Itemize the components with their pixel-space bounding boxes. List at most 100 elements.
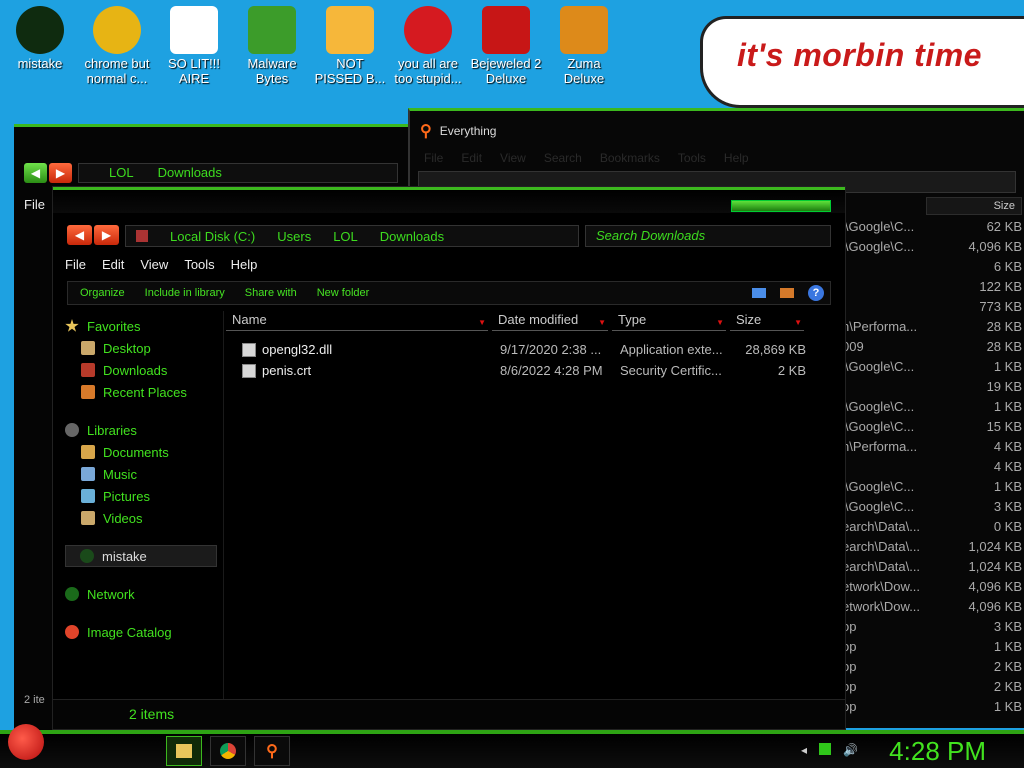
column-name[interactable]: Name — [226, 311, 488, 332]
breadcrumb-users[interactable]: Users — [277, 229, 311, 244]
start-button[interactable] — [8, 724, 44, 760]
taskbar-explorer-button[interactable] — [166, 736, 202, 766]
everything-menu-item[interactable]: View — [500, 151, 526, 167]
volume-icon[interactable]: 🔊 — [843, 743, 858, 757]
clock[interactable]: 4:28 PM — [889, 734, 986, 768]
menu-edit[interactable]: Edit — [102, 257, 124, 272]
desktop-shortcut[interactable]: Malware Bytes — [234, 6, 310, 86]
result-path — [842, 297, 932, 317]
nav-image-catalog[interactable]: Image Catalog — [65, 621, 217, 643]
organize-button[interactable]: Organize — [80, 287, 125, 299]
menu-help[interactable]: Help — [231, 257, 258, 272]
preview-pane-icon[interactable] — [780, 288, 794, 298]
forward-arrow-icon[interactable]: ▶ — [94, 225, 119, 245]
desktop-shortcut[interactable]: Bejeweled 2 Deluxe — [468, 6, 544, 86]
everything-result-row[interactable]: 19 KB — [842, 377, 1024, 397]
include-in-library-button[interactable]: Include in library — [145, 287, 225, 299]
column-size[interactable]: Size — [730, 311, 804, 332]
back-arrow-icon[interactable]: ◀ — [24, 163, 47, 183]
desktop-shortcut[interactable]: SO LIT!!! AIRE — [156, 6, 232, 86]
nav-pictures[interactable]: Pictures — [65, 485, 217, 507]
nav-downloads[interactable]: Downloads — [65, 359, 217, 381]
everything-result-row[interactable]: n\Performa... 28 KB — [842, 317, 1024, 337]
result-size: 4,096 KB — [968, 579, 1023, 594]
network-status-icon[interactable] — [819, 743, 832, 755]
window-controls[interactable] — [731, 200, 831, 212]
everything-result-row[interactable]: 122 KB — [842, 277, 1024, 297]
nav-libraries[interactable]: Libraries — [65, 419, 217, 441]
view-options-icon[interactable] — [752, 288, 766, 298]
explorer-window[interactable]: ◀ ▶ Local Disk (C:) Users LOL Downloads S… — [52, 186, 846, 730]
column-date-modified[interactable]: Date modified — [492, 311, 608, 332]
everything-result-row[interactable]: op 1 KB — [842, 637, 1024, 657]
everything-result-row[interactable]: l\Google\C... 1 KB — [842, 477, 1024, 497]
back-breadcrumb-downloads[interactable]: Downloads — [158, 164, 222, 182]
menu-tools[interactable]: Tools — [184, 257, 214, 272]
everything-result-row[interactable]: l\Google\C... 4,096 KB — [842, 237, 1024, 257]
everything-result-row[interactable]: l\Google\C... 15 KB — [842, 417, 1024, 437]
desktop-shortcut[interactable]: mistake — [2, 6, 78, 71]
file-row[interactable]: penis.crt 8/6/2022 4:28 PM Security Cert… — [224, 360, 831, 381]
nav-videos[interactable]: Videos — [65, 507, 217, 529]
everything-menu-item[interactable]: Search — [544, 151, 582, 167]
everything-result-row[interactable]: earch\Data\... 0 KB — [842, 517, 1024, 537]
desktop-shortcut[interactable]: chrome but normal c... — [79, 6, 155, 86]
everything-result-row[interactable]: 4 KB — [842, 457, 1024, 477]
taskbar-everything-button[interactable]: ⚲ — [254, 736, 290, 766]
everything-result-row[interactable]: earch\Data\... 1,024 KB — [842, 537, 1024, 557]
search-input[interactable]: Search Downloads — [585, 225, 831, 247]
breadcrumb-lol[interactable]: LOL — [333, 229, 358, 244]
share-with-button[interactable]: Share with — [245, 287, 297, 299]
result-path: etwork\Dow... — [842, 579, 921, 594]
address-bar[interactable]: Local Disk (C:) Users LOL Downloads — [125, 225, 579, 247]
everything-result-row[interactable]: earch\Data\... 1,024 KB — [842, 557, 1024, 577]
nav-favorites[interactable]: Favorites — [65, 315, 217, 337]
file-row[interactable]: opengl32.dll 9/17/2020 2:38 ... Applicat… — [224, 339, 831, 360]
everything-menu-item[interactable]: Help — [724, 151, 749, 167]
taskbar-chrome-button[interactable] — [210, 736, 246, 766]
nav-documents[interactable]: Documents — [65, 441, 217, 463]
everything-menu-item[interactable]: File — [424, 151, 443, 167]
breadcrumb-downloads[interactable]: Downloads — [380, 229, 444, 244]
nav-music[interactable]: Music — [65, 463, 217, 485]
desktop-shortcut[interactable]: NOT PISSED B... — [312, 6, 388, 86]
everything-result-row[interactable]: l\Google\C... 1 KB — [842, 357, 1024, 377]
nav-network[interactable]: Network — [65, 583, 217, 605]
everything-result-row[interactable]: op 2 KB — [842, 677, 1024, 697]
menu-file[interactable]: File — [65, 257, 86, 272]
everything-result-row[interactable]: 6 KB — [842, 257, 1024, 277]
everything-menu-item[interactable]: Tools — [678, 151, 706, 167]
back-menu-file[interactable]: File — [24, 197, 45, 212]
desktop-shortcut[interactable]: you all are too stupid... — [390, 6, 466, 86]
everything-result-row[interactable]: etwork\Dow... 4,096 KB — [842, 597, 1024, 617]
nav-homegroup[interactable]: mistake — [65, 545, 217, 567]
everything-result-row[interactable]: op 3 KB — [842, 617, 1024, 637]
everything-result-row[interactable]: 009 28 KB — [842, 337, 1024, 357]
everything-result-row[interactable]: op 1 KB — [842, 697, 1024, 717]
everything-menu-item[interactable]: Edit — [461, 151, 482, 167]
forward-arrow-icon[interactable]: ▶ — [49, 163, 72, 183]
everything-result-row[interactable]: l\Google\C... 1 KB — [842, 397, 1024, 417]
back-arrow-icon[interactable]: ◀ — [67, 225, 92, 245]
menu-view[interactable]: View — [140, 257, 168, 272]
everything-result-row[interactable]: n\Performa... 4 KB — [842, 437, 1024, 457]
nav-recent-places[interactable]: Recent Places — [65, 381, 217, 403]
everything-result-row[interactable]: op 2 KB — [842, 657, 1024, 677]
everything-result-row[interactable]: l\Google\C... 62 KB — [842, 217, 1024, 237]
result-path: n\Performa... — [842, 319, 918, 334]
everything-result-row[interactable]: 773 KB — [842, 297, 1024, 317]
everything-result-row[interactable]: l\Google\C... 3 KB — [842, 497, 1024, 517]
breadcrumb-local-disk[interactable]: Local Disk (C:) — [170, 229, 255, 244]
everything-result-row[interactable]: etwork\Dow... 4,096 KB — [842, 577, 1024, 597]
new-folder-button[interactable]: New folder — [317, 287, 370, 299]
nav-desktop[interactable]: Desktop — [65, 337, 217, 359]
back-breadcrumb-lol[interactable]: LOL — [109, 164, 134, 182]
result-path: l\Google\C... — [842, 359, 915, 374]
desktop-shortcut[interactable]: Zuma Deluxe — [546, 6, 622, 86]
column-type[interactable]: Type — [612, 311, 726, 332]
result-path — [842, 277, 932, 297]
size-column-header[interactable]: Size — [926, 197, 1022, 215]
help-icon[interactable]: ? — [808, 285, 824, 301]
show-hidden-icons-icon[interactable]: ◂ — [801, 743, 807, 757]
everything-menu-item[interactable]: Bookmarks — [600, 151, 660, 167]
